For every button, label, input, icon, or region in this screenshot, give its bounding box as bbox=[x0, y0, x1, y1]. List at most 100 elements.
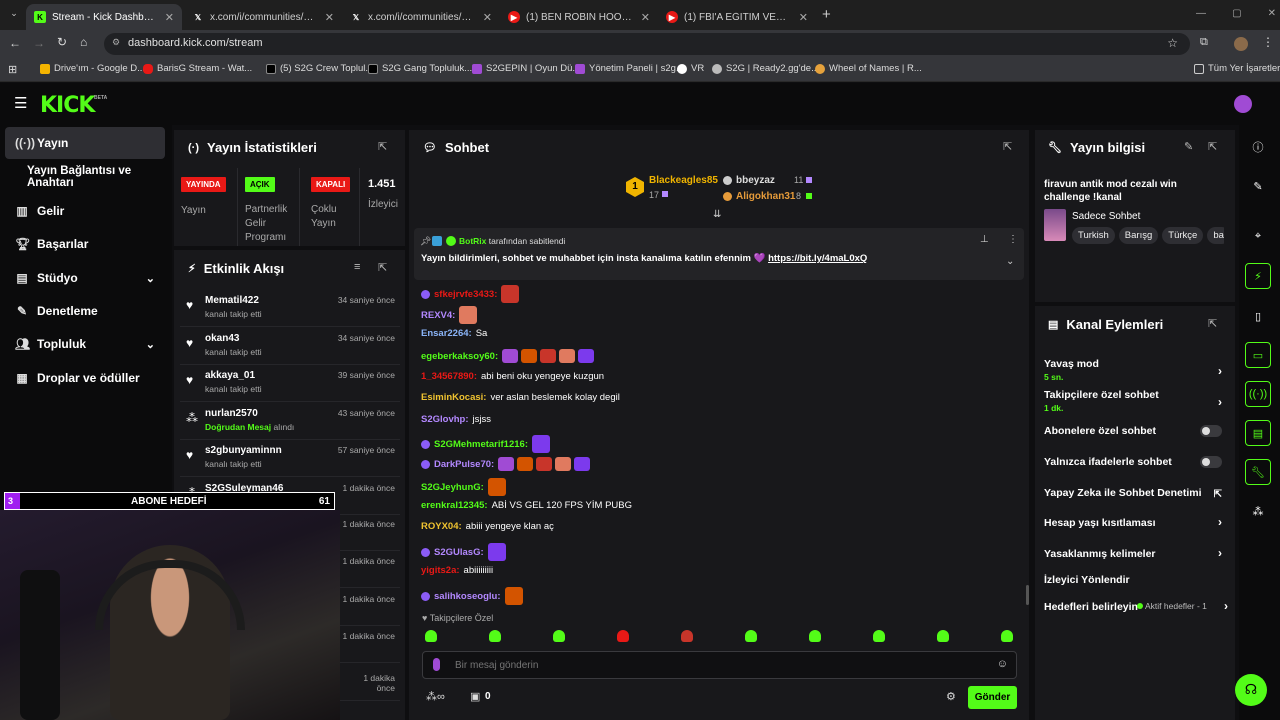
unpin-icon[interactable]: ⊥ bbox=[980, 234, 989, 245]
chat-username[interactable]: erenkral12345: bbox=[421, 500, 488, 511]
pinned-link[interactable]: https://bit.ly/4maL0xQ bbox=[768, 253, 867, 264]
emote-icon[interactable] bbox=[517, 457, 534, 471]
edit-icon[interactable]: ✎ bbox=[1184, 140, 1193, 153]
tab-x-community-2[interactable]: 𝕏 x.com/i/communities/1835319... ✕ bbox=[342, 4, 500, 30]
chat-username[interactable]: yigits2a: bbox=[421, 565, 460, 576]
popout-icon[interactable]: ⇱ bbox=[1208, 317, 1217, 330]
chat-input-box[interactable]: ☺ bbox=[422, 651, 1017, 679]
sidebar-item-yayin[interactable]: ((·)) Yayın bbox=[5, 127, 165, 159]
forward-icon[interactable]: → bbox=[33, 36, 45, 50]
action-followers-only[interactable]: Takipçilere özel sohbet 1 dk. › bbox=[1044, 389, 1224, 413]
close-icon[interactable]: ✕ bbox=[325, 11, 334, 24]
bookmark-vr[interactable]: VR bbox=[677, 63, 704, 74]
url-field[interactable]: ⚙ dashboard.kick.com/stream ☆ bbox=[104, 33, 1190, 55]
quick-emote-icon[interactable] bbox=[809, 630, 821, 642]
bookmark-s2g-crew[interactable]: (5) S2G Crew Toplul... bbox=[266, 63, 373, 74]
more-tools-icon[interactable]: ⁂ bbox=[1245, 498, 1271, 524]
chat-username[interactable]: S2GJeyhunG: bbox=[421, 482, 484, 493]
quick-emote-icon[interactable] bbox=[489, 630, 501, 642]
chat-username[interactable]: REXV4: bbox=[421, 310, 455, 321]
emote-icon[interactable] bbox=[574, 457, 591, 471]
chat-input[interactable] bbox=[455, 657, 975, 673]
emote-icon[interactable] bbox=[540, 349, 557, 363]
chat-username[interactable]: ROYX04: bbox=[421, 521, 462, 532]
action-slow-mode[interactable]: Yavaş mod 5 sn. › bbox=[1044, 358, 1224, 382]
chat-username[interactable]: S2GMehmetarif1216: bbox=[434, 439, 528, 450]
sidebar-item-basarilar[interactable]: 🏆︎ Başarılar bbox=[5, 228, 165, 260]
quick-emote-icon[interactable] bbox=[425, 630, 437, 642]
emotes-only-toggle[interactable] bbox=[1200, 456, 1222, 468]
tab-youtube-2[interactable]: ▶ (1) FBI'A EĞİTİM VEREN SERİ KA ✕ bbox=[658, 4, 816, 30]
leader-name[interactable]: Aligokhan31 bbox=[736, 191, 795, 202]
emote-icon[interactable] bbox=[555, 457, 572, 471]
tag[interactable]: ba bbox=[1207, 227, 1224, 244]
chat-username[interactable]: 1_34567890: bbox=[421, 371, 477, 382]
hamburger-menu-icon[interactable]: ☰ bbox=[14, 94, 27, 112]
extensions-icon[interactable]: ⧉ bbox=[1200, 36, 1208, 49]
activity-item[interactable]: ♥ akkaya_01 kanalı takip etti 39 saniye önc… bbox=[180, 365, 400, 402]
new-tab-button[interactable]: + bbox=[822, 6, 831, 23]
bookmark-yonetim[interactable]: Yönetim Paneli | s2g... bbox=[575, 63, 684, 74]
emote-icon[interactable] bbox=[531, 435, 550, 453]
quick-emote-icon[interactable] bbox=[617, 630, 629, 642]
profile-avatar[interactable] bbox=[1234, 37, 1248, 51]
action-goals[interactable]: Hedefleri belirleyin Aktif hedefler - 1 … bbox=[1044, 599, 1228, 613]
chat-settings-icon[interactable]: ⚙ bbox=[946, 690, 956, 703]
chat-scrollbar[interactable] bbox=[1026, 585, 1029, 605]
subscribers-only-toggle[interactable] bbox=[1200, 425, 1222, 437]
leader-name[interactable]: bbeyzaz bbox=[736, 175, 775, 186]
maximize-icon[interactable]: ▢ bbox=[1232, 8, 1241, 19]
bookmark-s2g-gang[interactable]: S2G Gang Topluluk... bbox=[368, 63, 472, 74]
sidebar-item-topluluk[interactable]: 👥︎ Topluluk ⌄ bbox=[5, 328, 165, 360]
emote-icon[interactable] bbox=[559, 349, 576, 363]
leader-name[interactable]: Blackeagles85 bbox=[649, 175, 718, 186]
notes-icon[interactable]: ▯ bbox=[1245, 303, 1271, 329]
quick-emote-icon[interactable] bbox=[937, 630, 949, 642]
chat-username[interactable]: salihkoseoglu: bbox=[434, 591, 501, 602]
emote-icon[interactable] bbox=[578, 349, 595, 363]
tag[interactable]: Turkish bbox=[1072, 227, 1115, 244]
quick-emote-icon[interactable] bbox=[745, 630, 757, 642]
menu-icon[interactable]: ⋮ bbox=[1262, 35, 1274, 49]
activity-item[interactable]: ♥ s2gbunyaminnn kanalı takip etti 57 saniye… bbox=[180, 440, 400, 477]
emote-icon[interactable] bbox=[536, 457, 553, 471]
expand-chevron-icon[interactable]: ⌄ bbox=[1006, 256, 1014, 267]
emote-icon[interactable] bbox=[504, 587, 523, 605]
clip-icon[interactable]: ⌖ bbox=[1245, 223, 1271, 249]
emote-icon[interactable] bbox=[501, 285, 520, 303]
bookmark-ready2gg[interactable]: S2G | Ready2.gg'de... bbox=[712, 63, 819, 74]
tab-x-community-1[interactable]: 𝕏 x.com/i/communities/1960386... ✕ bbox=[184, 4, 342, 30]
stream-info-rail-icon[interactable]: 🔧︎ bbox=[1245, 459, 1271, 485]
send-button[interactable]: Gönder bbox=[968, 686, 1017, 709]
chat-username[interactable]: S2GUlasG: bbox=[434, 547, 484, 558]
chat-username[interactable]: egeberkaksoy60: bbox=[421, 351, 498, 362]
popout-icon[interactable]: ⇱ bbox=[378, 261, 387, 274]
bookmark-barisg[interactable]: BarisG Stream - Wat... bbox=[143, 63, 252, 74]
bookmark-drive[interactable]: Drive'ım - Google D... bbox=[40, 63, 145, 74]
close-icon[interactable]: ✕ bbox=[641, 11, 650, 24]
close-icon[interactable]: ✕ bbox=[165, 11, 174, 24]
emote-icon[interactable] bbox=[502, 349, 519, 363]
filter-icon[interactable]: ≡ bbox=[354, 261, 360, 273]
broadcast-rail-icon[interactable]: ((·)) bbox=[1245, 381, 1271, 407]
action-subscribers-only[interactable]: Abonelere özel sohbet bbox=[1044, 425, 1224, 437]
action-account-age[interactable]: Hesap yaşı kısıtlaması › bbox=[1044, 515, 1224, 529]
action-banned-words[interactable]: Yasaklanmış kelimeler › bbox=[1044, 546, 1224, 560]
chat-rail-icon[interactable]: ▭ bbox=[1245, 342, 1271, 368]
chat-username[interactable]: Ensar2264: bbox=[421, 328, 472, 339]
sidebar-item-denetleme[interactable]: ✎ Denetleme bbox=[5, 295, 165, 327]
sidebar-item-droplar[interactable]: ▦ Droplar ve ödüller bbox=[5, 362, 165, 394]
minimize-icon[interactable]: — bbox=[1196, 8, 1206, 19]
emote-icon[interactable] bbox=[487, 478, 506, 496]
close-icon[interactable]: ✕ bbox=[483, 11, 492, 24]
back-icon[interactable]: ← bbox=[9, 36, 21, 50]
info-icon[interactable]: ⓘ bbox=[1245, 134, 1271, 160]
more-options-icon[interactable]: ⋮ bbox=[1008, 234, 1018, 245]
tag[interactable]: Türkçe bbox=[1162, 227, 1204, 244]
bookmark-wheel[interactable]: Wheel of Names | R... bbox=[815, 63, 922, 74]
apps-icon[interactable]: ⊞ bbox=[8, 63, 17, 76]
activity-item[interactable]: ♥ okan43 kanalı takip etti 34 saniye önce bbox=[180, 328, 400, 365]
bookmark-star-icon[interactable]: ☆ bbox=[1167, 36, 1178, 50]
sidebar-item-gelir[interactable]: ▥ Gelir bbox=[5, 195, 165, 227]
popout-icon[interactable]: ⇱ bbox=[378, 140, 387, 153]
